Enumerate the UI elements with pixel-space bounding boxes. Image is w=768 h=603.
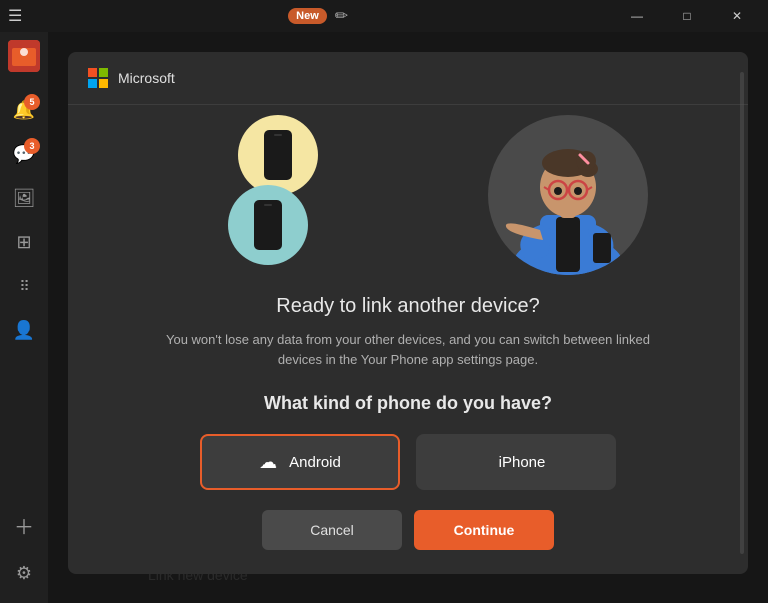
modal-content: Ready to link another device? You won't … <box>68 295 748 574</box>
main-area: Link new device Microsoft <box>48 32 768 603</box>
character-svg <box>498 125 638 275</box>
new-badge: New <box>288 8 327 24</box>
message-badge: 3 <box>24 138 40 154</box>
brand-label: Microsoft <box>118 70 175 86</box>
sidebar-item-apps[interactable]: ⊞ <box>4 222 44 262</box>
contacts-icon: 👤 <box>13 320 35 341</box>
sidebar-item-grid[interactable]: ⠿ <box>4 266 44 306</box>
phone-shape-yellow <box>264 130 292 180</box>
illustration <box>68 105 748 295</box>
hamburger-icon[interactable]: ☰ <box>8 6 22 26</box>
maximize-button[interactable]: □ <box>664 0 710 32</box>
window-chrome: ☰ New ✏ — □ ✕ <box>0 0 768 32</box>
sidebar-item-settings[interactable]: ⚙ <box>4 553 44 593</box>
chrome-center: New ✏ <box>288 6 348 26</box>
modal-header: Microsoft <box>68 52 748 105</box>
microsoft-logo <box>88 68 108 88</box>
window-controls: — □ ✕ <box>614 0 760 32</box>
android-label: Android <box>289 454 341 471</box>
android-button[interactable]: ☁ Android <box>200 434 400 490</box>
modal-overlay: Microsoft <box>48 32 768 603</box>
edit-icon[interactable]: ✏ <box>335 6 348 26</box>
character-illustration <box>488 115 648 275</box>
modal-dialog: Microsoft <box>68 52 748 574</box>
sidebar-item-messages[interactable]: 💬 3 <box>4 134 44 174</box>
photo-icon: 🖼 <box>13 188 36 209</box>
avatar[interactable] <box>8 40 40 72</box>
modal-description: You won't lose any data from your other … <box>158 330 658 369</box>
sidebar: 🔔 5 💬 3 🖼 ⊞ ⠿ 👤 ＋ ⚙ <box>0 32 48 603</box>
apps-icon: ⊞ <box>16 232 31 253</box>
action-row: Cancel Continue <box>108 510 708 550</box>
chrome-left: ☰ <box>8 6 22 26</box>
sidebar-item-add[interactable]: ＋ <box>4 505 44 545</box>
sidebar-item-notifications[interactable]: 🔔 5 <box>4 90 44 130</box>
modal-question: What kind of phone do you have? <box>108 393 708 414</box>
phone-teal-circle <box>228 185 308 265</box>
add-icon: ＋ <box>14 511 34 540</box>
phone-type-row: ☁ Android iPhone <box>108 434 708 490</box>
iphone-label: iPhone <box>499 454 546 471</box>
sidebar-item-photos[interactable]: 🖼 <box>4 178 44 218</box>
phone-shape-teal <box>254 200 282 250</box>
grid-icon: ⠿ <box>19 278 28 295</box>
modal-title: Ready to link another device? <box>108 295 708 318</box>
minimize-button[interactable]: — <box>614 0 660 32</box>
iphone-button[interactable]: iPhone <box>416 434 616 490</box>
settings-icon: ⚙ <box>16 563 32 584</box>
sidebar-bottom: ＋ ⚙ <box>4 503 44 595</box>
modal-scrollbar[interactable] <box>740 72 744 554</box>
cancel-button[interactable]: Cancel <box>262 510 402 550</box>
sidebar-item-contacts[interactable]: 👤 <box>4 310 44 350</box>
android-icon: ☁ <box>259 452 277 473</box>
notification-badge: 5 <box>24 94 40 110</box>
close-button[interactable]: ✕ <box>714 0 760 32</box>
phone-yellow-circle <box>238 115 318 195</box>
continue-button[interactable]: Continue <box>414 510 554 550</box>
